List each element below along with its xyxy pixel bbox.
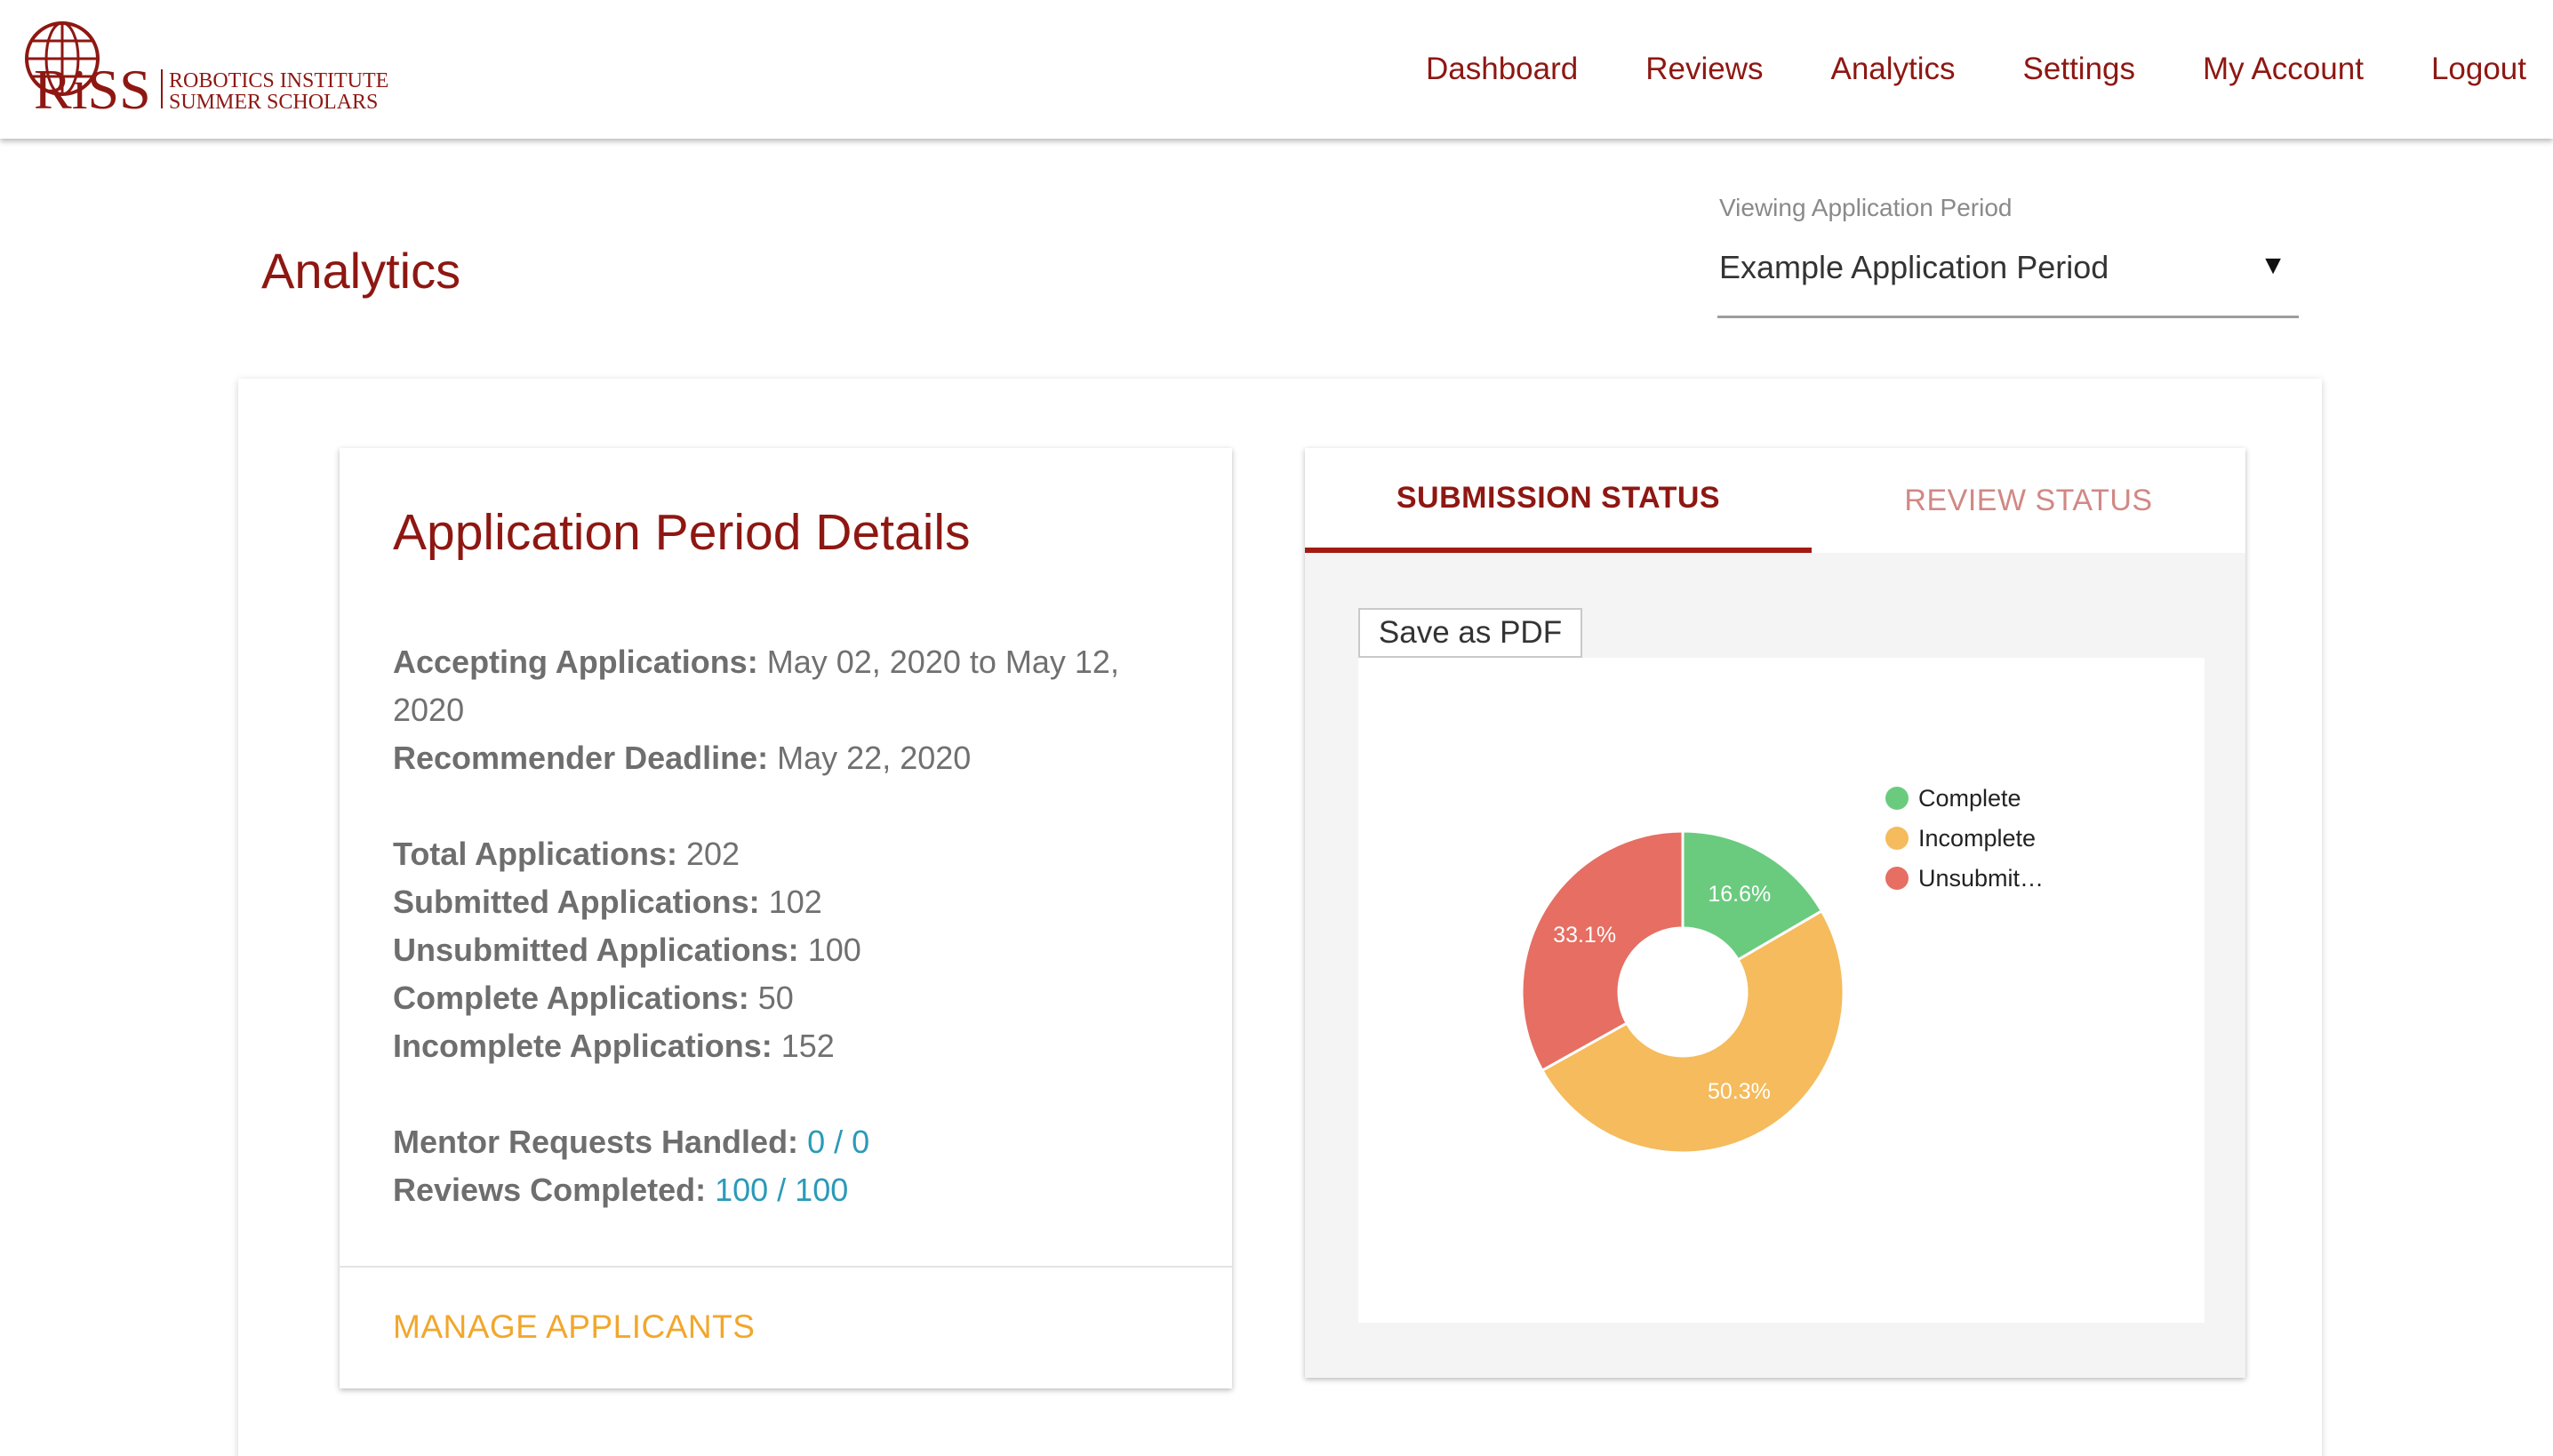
complete-applications-row: Complete Applications: 50 [393, 974, 1193, 1022]
incomplete-applications-label: Incomplete Applications: [393, 1028, 772, 1064]
mentor-requests-row: Mentor Requests Handled: 0 / 0 [393, 1118, 1193, 1166]
mentor-requests-link[interactable]: 0 / 0 [807, 1124, 869, 1160]
tab-submission-status[interactable]: SUBMISSION STATUS [1305, 448, 1812, 553]
main-nav: Dashboard Reviews Analytics Settings My … [1426, 0, 2553, 139]
details-title: Application Period Details [393, 504, 971, 561]
legend-swatch-complete [1885, 787, 1909, 810]
submitted-applications-label: Submitted Applications: [393, 884, 760, 920]
unsubmitted-applications-row: Unsubmitted Applications: 100 [393, 926, 1193, 974]
nav-dashboard[interactable]: Dashboard [1426, 52, 1578, 87]
legend-item-complete[interactable]: Complete [1885, 785, 2021, 812]
application-period-label: Viewing Application Period [1719, 194, 2013, 221]
legend-label-incomplete: Incomplete [1918, 825, 2036, 852]
total-applications-label: Total Applications: [393, 836, 677, 872]
recommender-deadline-row: Recommender Deadline: May 22, 2020 [393, 734, 1193, 782]
nav-analytics[interactable]: Analytics [1830, 52, 1955, 87]
application-period-details-card: Application Period Details Accepting App… [340, 448, 1232, 1388]
recommender-deadline-value: May 22, 2020 [777, 740, 972, 776]
reviews-completed-row: Reviews Completed: 100 / 100 [393, 1166, 1193, 1214]
complete-applications-label: Complete Applications: [393, 980, 749, 1016]
riss-logo[interactable]: RiSS ROBOTICS INSTITUTE SUMMER SCHOLARS [16, 16, 407, 121]
accepting-applications-row: Accepting Applications: May 02, 2020 to … [393, 638, 1193, 734]
unsubmitted-applications-label: Unsubmitted Applications: [393, 932, 799, 968]
legend-item-incomplete[interactable]: Incomplete [1885, 825, 2036, 852]
manage-applicants-button[interactable]: MANAGE APPLICANTS [393, 1308, 755, 1346]
save-as-pdf-button[interactable]: Save as PDF [1358, 608, 1582, 658]
top-bar: RiSS ROBOTICS INSTITUTE SUMMER SCHOLARS … [0, 0, 2553, 139]
incomplete-applications-row: Incomplete Applications: 152 [393, 1022, 1193, 1070]
reviews-completed-label: Reviews Completed: [393, 1172, 707, 1208]
legend-label-unsubmit: Unsubmit… [1918, 865, 2044, 892]
submission-status-chart: 16.6% 50.3% 33.1% Complete Incomplete Unsubmi… [1358, 658, 2205, 1323]
legend-item-unsubmit[interactable]: Unsubmit… [1885, 865, 2044, 892]
total-applications-row: Total Applications: 202 [393, 830, 1193, 878]
application-period-value[interactable]: Example Application Period [1719, 249, 2109, 286]
submitted-applications-value: 102 [768, 884, 822, 920]
total-applications-value: 202 [686, 836, 740, 872]
recommender-deadline-label: Recommender Deadline: [393, 740, 769, 776]
accepting-applications-label: Accepting Applications: [393, 644, 758, 680]
logo-line-2: SUMMER SCHOLARS [169, 91, 378, 114]
legend-swatch-incomplete [1885, 827, 1909, 850]
reviews-completed-link[interactable]: 100 / 100 [715, 1172, 848, 1208]
status-tabs: SUBMISSION STATUS REVIEW STATUS [1305, 448, 2245, 553]
submitted-applications-row: Submitted Applications: 102 [393, 878, 1193, 926]
logo-mark: RiSS [34, 58, 151, 121]
details-divider [340, 1266, 1232, 1268]
unsubmitted-applications-value: 100 [807, 932, 861, 968]
application-period-select[interactable]: Viewing Application Period Example Appli… [1717, 190, 2299, 318]
tab-review-status[interactable]: REVIEW STATUS [1812, 448, 2245, 553]
pie-slice-unsubmit[interactable] [1520, 829, 1685, 1073]
page-title: Analytics [261, 243, 461, 299]
complete-applications-value: 50 [757, 980, 794, 1016]
dropdown-arrow-icon[interactable]: ▼ [2260, 251, 2286, 281]
incomplete-applications-value: 152 [780, 1028, 835, 1064]
details-body: Accepting Applications: May 02, 2020 to … [393, 638, 1193, 1214]
donut-chart: 16.6% 50.3% 33.1% Complete Incomplete Unsubmi… [1520, 785, 2044, 1155]
nav-settings[interactable]: Settings [2023, 52, 2135, 87]
mentor-requests-label: Mentor Requests Handled: [393, 1124, 799, 1160]
nav-reviews[interactable]: Reviews [1645, 52, 1763, 87]
legend-label-complete: Complete [1918, 785, 2021, 812]
pie-label-complete: 16.6% [1708, 882, 1771, 907]
pie-label-unsubmit: 33.1% [1553, 923, 1616, 948]
pie-label-incomplete: 50.3% [1708, 1079, 1771, 1104]
status-card: SUBMISSION STATUS REVIEW STATUS Save as … [1305, 448, 2245, 1378]
legend-swatch-unsubmit [1885, 867, 1909, 890]
nav-logout[interactable]: Logout [2431, 52, 2526, 87]
nav-my-account[interactable]: My Account [2203, 52, 2364, 87]
logo-line-1: ROBOTICS INSTITUTE [169, 69, 388, 92]
